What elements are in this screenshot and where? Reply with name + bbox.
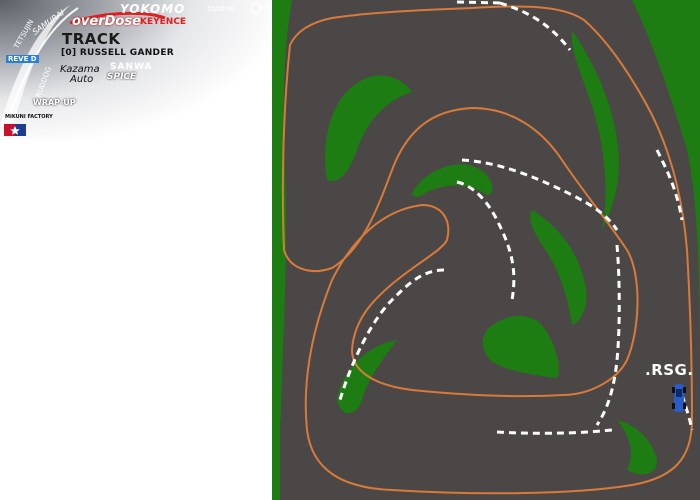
tamiya-flag-icon — [4, 124, 26, 136]
track-title: TRACK — [62, 30, 121, 48]
track-map-canvas — [272, 0, 700, 500]
track-map — [272, 0, 700, 500]
sponsor-emblem-icon — [250, 2, 272, 14]
sponsor-spice: SPICE — [107, 72, 137, 82]
rsg-badge: .RSG. — [645, 361, 694, 379]
sponsor-auto: Auto — [70, 74, 94, 85]
asphalt-surface — [280, 0, 700, 500]
sponsor-keyence: KEYENCE — [140, 17, 187, 27]
driver-name: [0] RUSSELL GANDER — [61, 48, 175, 58]
sponsor-topline: topline — [207, 4, 235, 13]
car-icon — [672, 384, 686, 412]
sponsor-reve: REVE D — [6, 55, 39, 63]
sponsor-overdose: overDose — [72, 14, 141, 29]
sponsor-mikuni: MIKUNI FACTORY — [5, 114, 53, 120]
hud-overlay: SAMURAI overDose KEYENCE YOKOMO topline … — [0, 0, 272, 140]
sponsor-yokomo: YOKOMO — [120, 2, 186, 16]
sponsor-sanwa: SANWA — [110, 62, 153, 72]
sponsor-wrap-up: WRAP-UP — [33, 98, 76, 107]
